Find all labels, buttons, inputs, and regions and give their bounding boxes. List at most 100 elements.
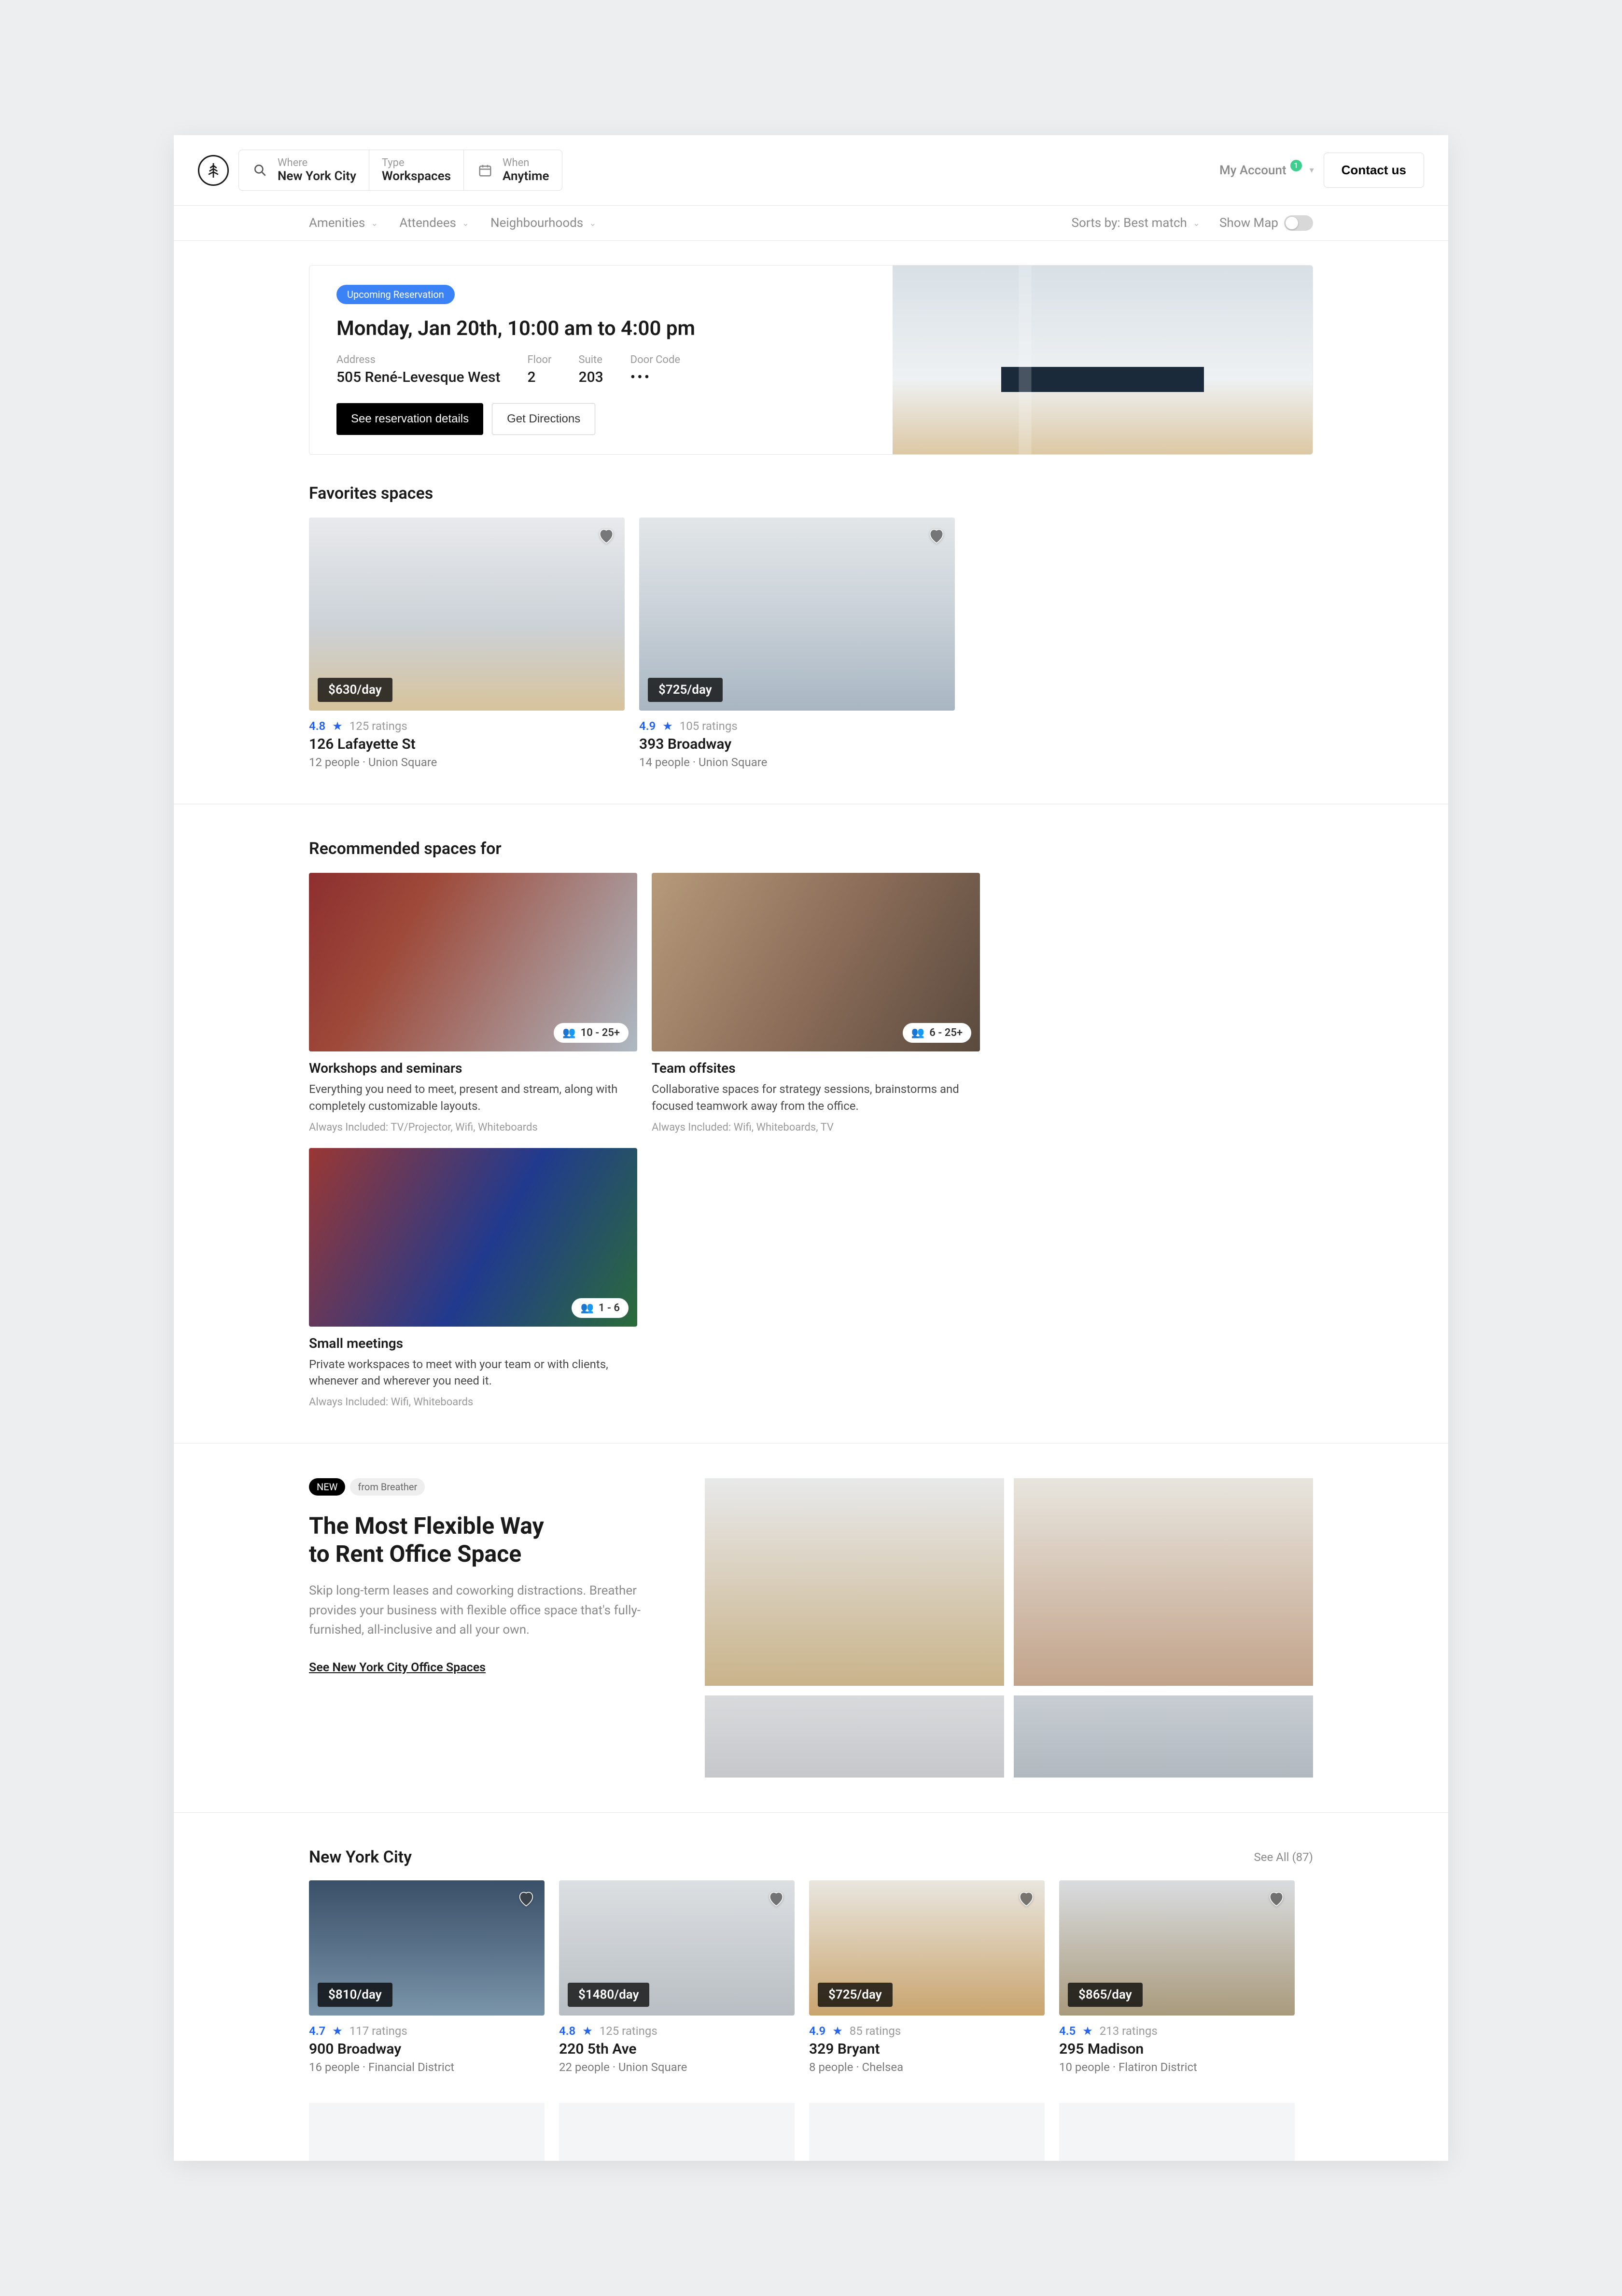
reservation-image <box>893 266 1313 454</box>
space-image: 👥1 - 6 <box>309 1148 637 1327</box>
favorite-heart-icon[interactable] <box>516 1888 537 1909</box>
rating-count: 125 ratings <box>600 2024 657 2038</box>
nyc-section-header: New York City See All (87) <box>309 1848 1313 1867</box>
notification-badge: 1 <box>1290 160 1302 171</box>
reservation-title: Monday, Jan 20th, 10:00 am to 4:00 pm <box>336 317 866 340</box>
space-name: 393 Broadway <box>639 736 955 753</box>
show-map-label: Show Map <box>1219 216 1278 230</box>
rating-score: 4.7 <box>309 2024 325 2038</box>
favorites-row: $630/day 4.8 ★ 125 ratings 126 Lafayette… <box>309 518 1313 769</box>
space-image: $630/day <box>309 518 625 711</box>
favorite-card[interactable]: $630/day 4.8 ★ 125 ratings 126 Lafayette… <box>309 518 625 769</box>
promo-from-chip: from Breather <box>350 1478 425 1496</box>
placeholder-card <box>559 2103 795 2161</box>
chevron-down-icon: ⌄ <box>589 218 596 228</box>
price-tag: $725/day <box>648 678 723 702</box>
favorites-heading: Favorites spaces <box>309 484 1313 503</box>
filter-amenities[interactable]: Amenities⌄ <box>309 216 378 230</box>
tree-icon <box>204 161 223 180</box>
sort-menu[interactable]: Sorts by: Best match ⌄ <box>1072 216 1200 230</box>
reservation-details-button[interactable]: See reservation details <box>336 403 483 435</box>
upcoming-reservation-card: Upcoming Reservation Monday, Jan 20th, 1… <box>309 265 1313 455</box>
space-card[interactable]: $810/day 4.7 ★ 117 ratings 900 Broadway … <box>309 1880 545 2074</box>
rating-count: 117 ratings <box>350 2024 407 2038</box>
favorite-heart-icon[interactable] <box>596 525 617 546</box>
favorite-heart-icon[interactable] <box>1016 1888 1037 1909</box>
rating-score: 4.9 <box>809 2024 825 2038</box>
people-icon: 👥 <box>911 1027 924 1039</box>
filter-bar: Amenities⌄ Attendees⌄ Neighbourhoods ⌄ So… <box>174 206 1448 241</box>
star-icon: ★ <box>662 719 673 733</box>
nyc-heading: New York City <box>309 1848 412 1867</box>
recommended-title: Team offsites <box>652 1060 980 1076</box>
account-menu[interactable]: My Account 1 ▾ <box>1219 163 1314 178</box>
contact-button[interactable]: Contact us <box>1324 153 1424 188</box>
get-directions-button[interactable]: Get Directions <box>492 403 595 435</box>
nyc-row: $810/day 4.7 ★ 117 ratings 900 Broadway … <box>309 1880 1313 2074</box>
space-name: 329 Bryant <box>809 2041 1045 2058</box>
recommended-card[interactable]: 👥1 - 6 Small meetings Private workspaces… <box>309 1148 637 1409</box>
where-value: New York City <box>278 169 356 183</box>
show-map-toggle[interactable] <box>1284 215 1313 231</box>
recommended-desc: Collaborative spaces for strategy sessio… <box>652 1081 980 1115</box>
space-card[interactable]: $1480/day 4.8 ★ 125 ratings 220 5th Ave … <box>559 1880 795 2074</box>
main-content: Upcoming Reservation Monday, Jan 20th, 1… <box>174 241 1448 2161</box>
promo-image <box>705 1478 1004 1686</box>
promo-heading-line1: The Most Flexible Way <box>309 1512 544 1540</box>
favorite-card[interactable]: $725/day 4.9 ★ 105 ratings 393 Broadway … <box>639 518 955 769</box>
recommended-title: Workshops and seminars <box>309 1060 637 1076</box>
when-value: Anytime <box>503 169 549 183</box>
account-label: My Account <box>1219 163 1286 178</box>
space-name: 900 Broadway <box>309 2041 545 2058</box>
search-when[interactable]: When Anytime <box>464 150 562 190</box>
rating-score: 4.9 <box>639 719 656 733</box>
reservation-pill: Upcoming Reservation <box>336 285 455 304</box>
address-label: Address <box>336 354 500 366</box>
floor-value: 2 <box>527 369 535 386</box>
filter-neighbourhoods[interactable]: Neighbourhoods ⌄ <box>490 216 596 230</box>
doorcode-value: ••• <box>630 369 651 386</box>
suite-label: Suite <box>579 354 603 366</box>
recommended-desc: Private workspaces to meet with your tea… <box>309 1356 637 1390</box>
space-image: $725/day <box>639 518 955 711</box>
promo-link[interactable]: See New York City Office Spaces <box>309 1661 486 1675</box>
space-sub: 22 people · Union Square <box>559 2060 795 2074</box>
sort-label: Sorts by: Best match <box>1072 216 1187 230</box>
space-name: 126 Lafayette St <box>309 736 625 753</box>
favorite-heart-icon[interactable] <box>766 1888 787 1909</box>
recommended-card[interactable]: 👥6 - 25+ Team offsites Collaborative spa… <box>652 873 980 1134</box>
topbar: Where New York City Type Workspaces When… <box>174 135 1448 206</box>
space-image: 👥6 - 25+ <box>652 873 980 1051</box>
capacity-tag: 👥10 - 25+ <box>554 1023 629 1043</box>
rating-score: 4.8 <box>309 719 325 733</box>
doorcode-label: Door Code <box>630 354 680 366</box>
filter-attendees[interactable]: Attendees⌄ <box>399 216 469 230</box>
chevron-down-icon: ⌄ <box>1193 218 1200 228</box>
favorite-heart-icon[interactable] <box>926 525 947 546</box>
loading-placeholders <box>309 2103 1313 2161</box>
promo-heading: The Most Flexible Way to Rent Office Spa… <box>309 1512 666 1568</box>
space-card[interactable]: $865/day 4.5 ★ 213 ratings 295 Madison 1… <box>1059 1880 1295 2074</box>
promo-section: NEW from Breather The Most Flexible Way … <box>309 1478 1313 1778</box>
search-type[interactable]: Type Workspaces <box>369 150 464 190</box>
space-sub: 10 people · Flatiron District <box>1059 2060 1295 2074</box>
see-all-link[interactable]: See All (87) <box>1254 1850 1313 1864</box>
rating-count: 213 ratings <box>1100 2024 1158 2038</box>
brand-logo[interactable] <box>198 155 229 186</box>
recommended-included: Always Included: TV/Projector, Wifi, Whi… <box>309 1121 637 1134</box>
chevron-down-icon: ⌄ <box>462 218 469 228</box>
search-icon <box>252 162 269 179</box>
search-where[interactable]: Where New York City <box>239 150 369 190</box>
favorite-heart-icon[interactable] <box>1266 1888 1287 1909</box>
promo-image-grid <box>705 1478 1313 1778</box>
promo-body: Skip long-term leases and coworking dist… <box>309 1581 666 1639</box>
space-sub: 8 people · Chelsea <box>809 2060 1045 2074</box>
space-card[interactable]: $725/day 4.9 ★ 85 ratings 329 Bryant 8 p… <box>809 1880 1045 2074</box>
capacity-value: 1 - 6 <box>599 1302 620 1314</box>
price-tag: $865/day <box>1068 1983 1143 2007</box>
when-label: When <box>503 157 549 169</box>
recommended-card[interactable]: 👥10 - 25+ Workshops and seminars Everyth… <box>309 873 637 1134</box>
type-label: Type <box>382 157 451 169</box>
filter-neighbourhoods-label: Neighbourhoods <box>490 216 583 230</box>
promo-new-chip: NEW <box>309 1478 345 1496</box>
